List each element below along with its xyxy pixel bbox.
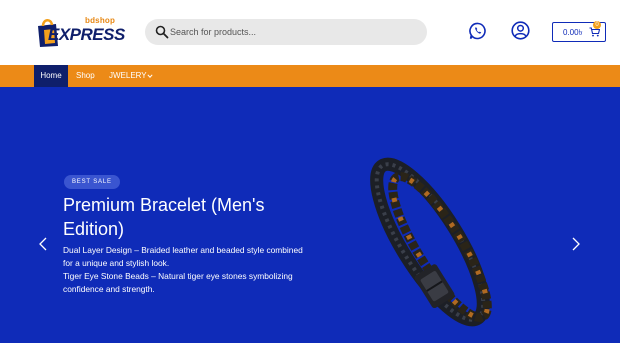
cart-amount: 0.00৳	[563, 28, 583, 37]
site-header: bdshop EXPRESS 0.00৳ 0	[0, 0, 620, 65]
chevron-left-icon[interactable]	[38, 237, 48, 251]
hero-desc-line: Tiger Eye Stone Beads – Natural tiger ey…	[63, 271, 293, 294]
nav-item-jwelery[interactable]: JWELERY	[109, 65, 147, 87]
search-input[interactable]	[169, 19, 419, 45]
whatsapp-icon[interactable]	[469, 22, 487, 40]
bracelet-product-image[interactable]	[340, 147, 520, 337]
hero-description: Dual Layer Design – Braided leather and …	[63, 244, 303, 296]
nav-item-home[interactable]: Home	[34, 65, 68, 87]
nav-item-shop[interactable]: Shop	[76, 65, 95, 87]
user-icon[interactable]	[511, 21, 530, 40]
cart-button[interactable]: 0.00৳ 0	[552, 21, 606, 42]
chevron-right-icon[interactable]	[571, 237, 581, 251]
logo-text-big: EXPRESS	[48, 25, 125, 44]
site-logo[interactable]: bdshop EXPRESS	[34, 14, 125, 50]
hero-desc-line: Dual Layer Design – Braided leather and …	[63, 245, 303, 268]
search-icon[interactable]	[155, 25, 169, 39]
logo-text-small: bdshop	[85, 16, 116, 25]
hero-slider: BEST SALE Premium Bracelet (Men's Editio…	[0, 87, 620, 343]
chevron-down-icon[interactable]	[147, 73, 153, 79]
cart-count-badge: 0	[593, 21, 601, 29]
hero-title: Premium Bracelet (Men's Edition)	[63, 195, 265, 239]
main-nav: Home Shop JWELERY	[0, 65, 620, 87]
best-sale-badge: BEST SALE	[64, 175, 120, 189]
search-bar	[145, 19, 427, 45]
